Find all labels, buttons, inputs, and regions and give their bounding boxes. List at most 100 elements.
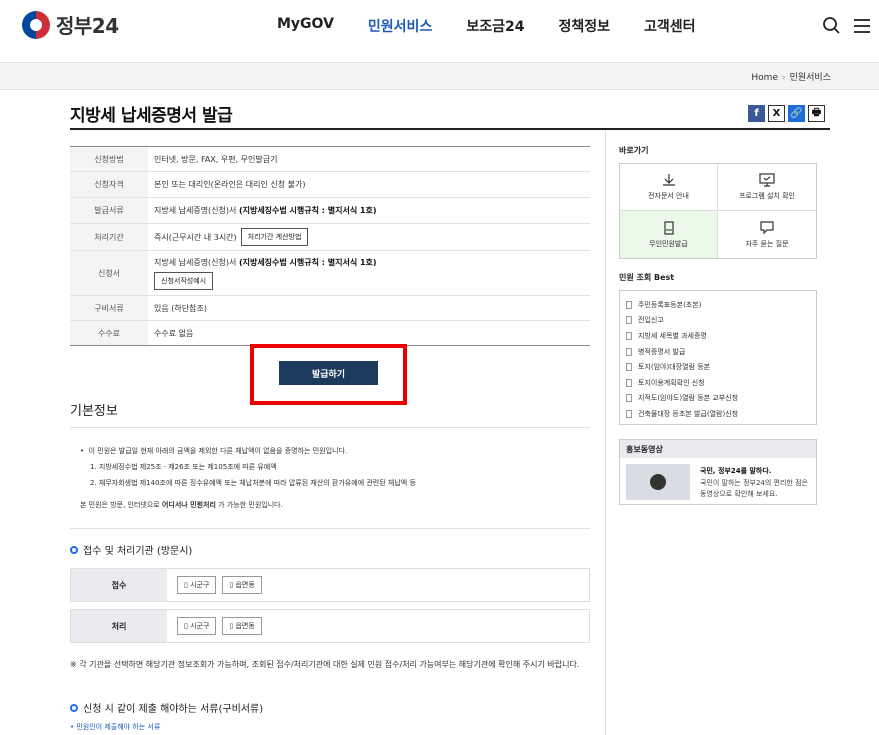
- header: 정부24 MyGOV 민원서비스 보조금24 정책정보 고객센터: [0, 0, 879, 52]
- chat-icon: [760, 220, 774, 234]
- row-value: 수수료 없음: [154, 328, 194, 338]
- bullet-circle-icon: [70, 703, 78, 712]
- video-title: 홍보동영상: [620, 440, 816, 458]
- shortcut-kiosk[interactable]: 무인민원발급: [620, 211, 718, 258]
- video-thumbnail[interactable]: [626, 464, 690, 500]
- row-value: 인터넷, 방문, FAX, 우편, 무인발급기: [154, 154, 278, 164]
- table-row: 신청서 지방세 납세증명(신청)서 (지방세징수법 시행규칙 : 별지서식 1호…: [70, 251, 590, 296]
- row-label: 발급서류: [70, 198, 148, 223]
- nav-civil-service[interactable]: 민원서비스: [368, 16, 432, 36]
- monitor-icon: [759, 173, 775, 187]
- shortcut-faq[interactable]: 자주 묻는 질문: [718, 211, 816, 258]
- breadcrumb-current[interactable]: 민원서비스: [790, 73, 831, 83]
- basic-info-box: • 이 민원은 발급일 현재 아래의 금액을 제외한 다른 체납액이 없음을 증…: [70, 427, 590, 529]
- highlight-box: [250, 344, 407, 405]
- row-value: 본인 또는 대리인(온라인은 대리인 신청 불가): [154, 180, 306, 189]
- breadcrumb-home[interactable]: Home: [751, 73, 778, 83]
- notice-text: ※ 각 기관을 선택하면 해당기관 정보조회가 가능하며, 조회된 접수/처리기…: [70, 660, 580, 669]
- document-icon: [626, 347, 632, 356]
- best-item[interactable]: 토지이용계획확인 신청: [626, 375, 810, 391]
- row-value: 지방세 납세증명(신청)서 (지방세징수법 시행규칙 : 별지서식 1호) 신청…: [148, 251, 590, 295]
- share-tools: f X 🔗 🖶: [748, 105, 828, 122]
- table-row: 발급서류 지방세 납세증명(신청)서 (지방세징수법 시행규칙 : 별지서식 1…: [70, 198, 590, 224]
- row-label: 신청서: [70, 251, 148, 295]
- video-desc: 국민이 말하는 정부24의 편리한 점은 동영상으로 확인해 보세요.: [700, 479, 808, 498]
- table-row: 신청자격 본인 또는 대리인(온라인은 대리인 신청 불가): [70, 172, 590, 198]
- tag-sigungu[interactable]: ▯ 시군구: [177, 576, 217, 594]
- kiosk-icon: [663, 220, 674, 235]
- basic-info-line: 1. 지방세징수법 제25조 · 제26조 또는 제105조에 따른 유예액: [90, 463, 277, 471]
- document-icon: [626, 331, 632, 340]
- tag-eupmyeondong[interactable]: ▯ 읍면동: [222, 576, 262, 594]
- document-icon: [626, 316, 632, 325]
- breadcrumb-bar: Home › 민원서비스: [0, 62, 879, 90]
- document-icon: [626, 378, 632, 387]
- nav-policy[interactable]: 정책정보: [558, 16, 610, 36]
- best-title: 민원 조회 Best: [619, 273, 675, 282]
- table-row: 처리기간 즉시(근무시간 내 3시간) 처리기간 계산방법: [70, 224, 590, 251]
- row-value: 지방세 납세증명(신청)서 (지방세징수법 시행규칙 : 별지서식 1호): [154, 206, 377, 215]
- facebook-icon[interactable]: f: [748, 105, 765, 122]
- document-icon: [626, 409, 632, 418]
- nav-mygov[interactable]: MyGOV: [277, 16, 334, 36]
- search-icon[interactable]: [821, 15, 843, 37]
- row-label: 처리기간: [70, 224, 148, 250]
- best-item[interactable]: 지방세 세목별 과세증명: [626, 328, 810, 344]
- best-item[interactable]: 지적도(임야도)열람 등본 교부신청: [626, 391, 810, 407]
- tag-eupmyeondong[interactable]: ▯ 읍면동: [222, 617, 262, 635]
- row-label: 신청방법: [70, 147, 148, 171]
- video-headline[interactable]: 국민, 정부24를 말하다.: [700, 466, 771, 476]
- best-item[interactable]: 건축물대장 등초본 발급(열람)신청: [626, 406, 810, 422]
- logo-text: 정부24: [56, 14, 119, 38]
- table-row: 구비서류 있음 (하단참조): [70, 296, 590, 321]
- table-row: 수수료 수수료 없음: [70, 321, 590, 346]
- logo[interactable]: 정부24: [22, 10, 119, 39]
- basic-info-line: 본 민원은 방문, 인터넷으로 어디서나 민원처리 가 가능한 민원입니다.: [80, 501, 283, 509]
- print-icon[interactable]: 🖶: [808, 105, 825, 122]
- promo-video: 홍보동영상 국민, 정부24를 말하다. 국민이 말하는 정부24의 편리한 점…: [619, 439, 817, 505]
- application-example-button[interactable]: 신청서작성예시: [154, 271, 214, 290]
- shortcut-grid: 전자문서 안내 프로그램 설치 확인 무인민원발급 자주 묻는 질문: [619, 163, 817, 259]
- taegeuk-logo-icon: [22, 10, 50, 39]
- menu-icon[interactable]: [851, 15, 873, 37]
- basic-info-title: 기본정보: [70, 404, 118, 419]
- shortcut-program-check[interactable]: 프로그램 설치 확인: [718, 164, 816, 211]
- nav-customer-center[interactable]: 고객센터: [644, 16, 696, 36]
- info-table: 신청방법 인터넷, 방문, FAX, 우편, 무인발급기 신청자격 본인 또는 …: [70, 146, 590, 346]
- row-value: 즉시(근무시간 내 3시간) 처리기간 계산방법: [148, 224, 590, 250]
- play-icon[interactable]: [650, 474, 666, 490]
- tag-sigungu[interactable]: ▯ 시군구: [177, 617, 217, 635]
- row-label: 수수료: [70, 321, 148, 345]
- row-value: 있음 (하단참조): [154, 303, 207, 313]
- x-icon[interactable]: X: [768, 105, 785, 122]
- table-row: 신청방법 인터넷, 방문, FAX, 우편, 무인발급기: [70, 147, 590, 172]
- receive-row: 접수 ▯ 시군구 ▯ 읍면동: [70, 568, 590, 602]
- row-label: 신청자격: [70, 172, 148, 197]
- docs-title: 신청 시 같이 제출 해야하는 서류(구비서류): [70, 700, 263, 715]
- best-item[interactable]: 전입신고: [626, 313, 810, 329]
- download-icon: [662, 174, 675, 186]
- best-list: 주민등록표등본(초본) 전입신고 지방세 세목별 과세증명 병적증명서 발급 토…: [619, 290, 817, 425]
- link-icon[interactable]: 🔗: [788, 105, 805, 122]
- page-title: 지방세 납세증명서 발급: [70, 106, 233, 126]
- breadcrumb: Home › 민원서비스: [751, 73, 831, 83]
- document-icon: [626, 300, 632, 309]
- bullet-circle-icon: [70, 545, 78, 554]
- main-nav: MyGOV 민원서비스 보조금24 정책정보 고객센터: [277, 16, 730, 36]
- best-item[interactable]: 병적증명서 발급: [626, 344, 810, 360]
- receive-label: 접수: [71, 569, 167, 601]
- best-item[interactable]: 주민등록표등본(초본): [626, 297, 810, 313]
- best-item[interactable]: 토지(임야)대장열람 등본: [626, 359, 810, 375]
- document-icon: [626, 394, 632, 403]
- shortcut-title: 바로가기: [619, 146, 649, 155]
- process-row: 처리 ▯ 시군구 ▯ 읍면동: [70, 609, 590, 643]
- docs-sub: • 민원인이 제출해야 하는 서류: [70, 723, 161, 731]
- basic-info-line: • 이 민원은 발급일 현재 아래의 금액을 제외한 다른 체납액이 없음을 증…: [80, 447, 348, 455]
- processing-title: 접수 및 처리기관 (방문시): [70, 542, 192, 557]
- basic-info-line: 2. 채무자회생법 제140조에 따른 징수유예액 또는 체납처분에 따라 압류…: [90, 479, 416, 487]
- nav-subsidy[interactable]: 보조금24: [466, 16, 524, 36]
- side-divider: [605, 130, 606, 735]
- document-icon: [626, 363, 632, 372]
- shortcut-e-document[interactable]: 전자문서 안내: [620, 164, 718, 211]
- processing-time-calc-button[interactable]: 처리기간 계산방법: [240, 228, 309, 246]
